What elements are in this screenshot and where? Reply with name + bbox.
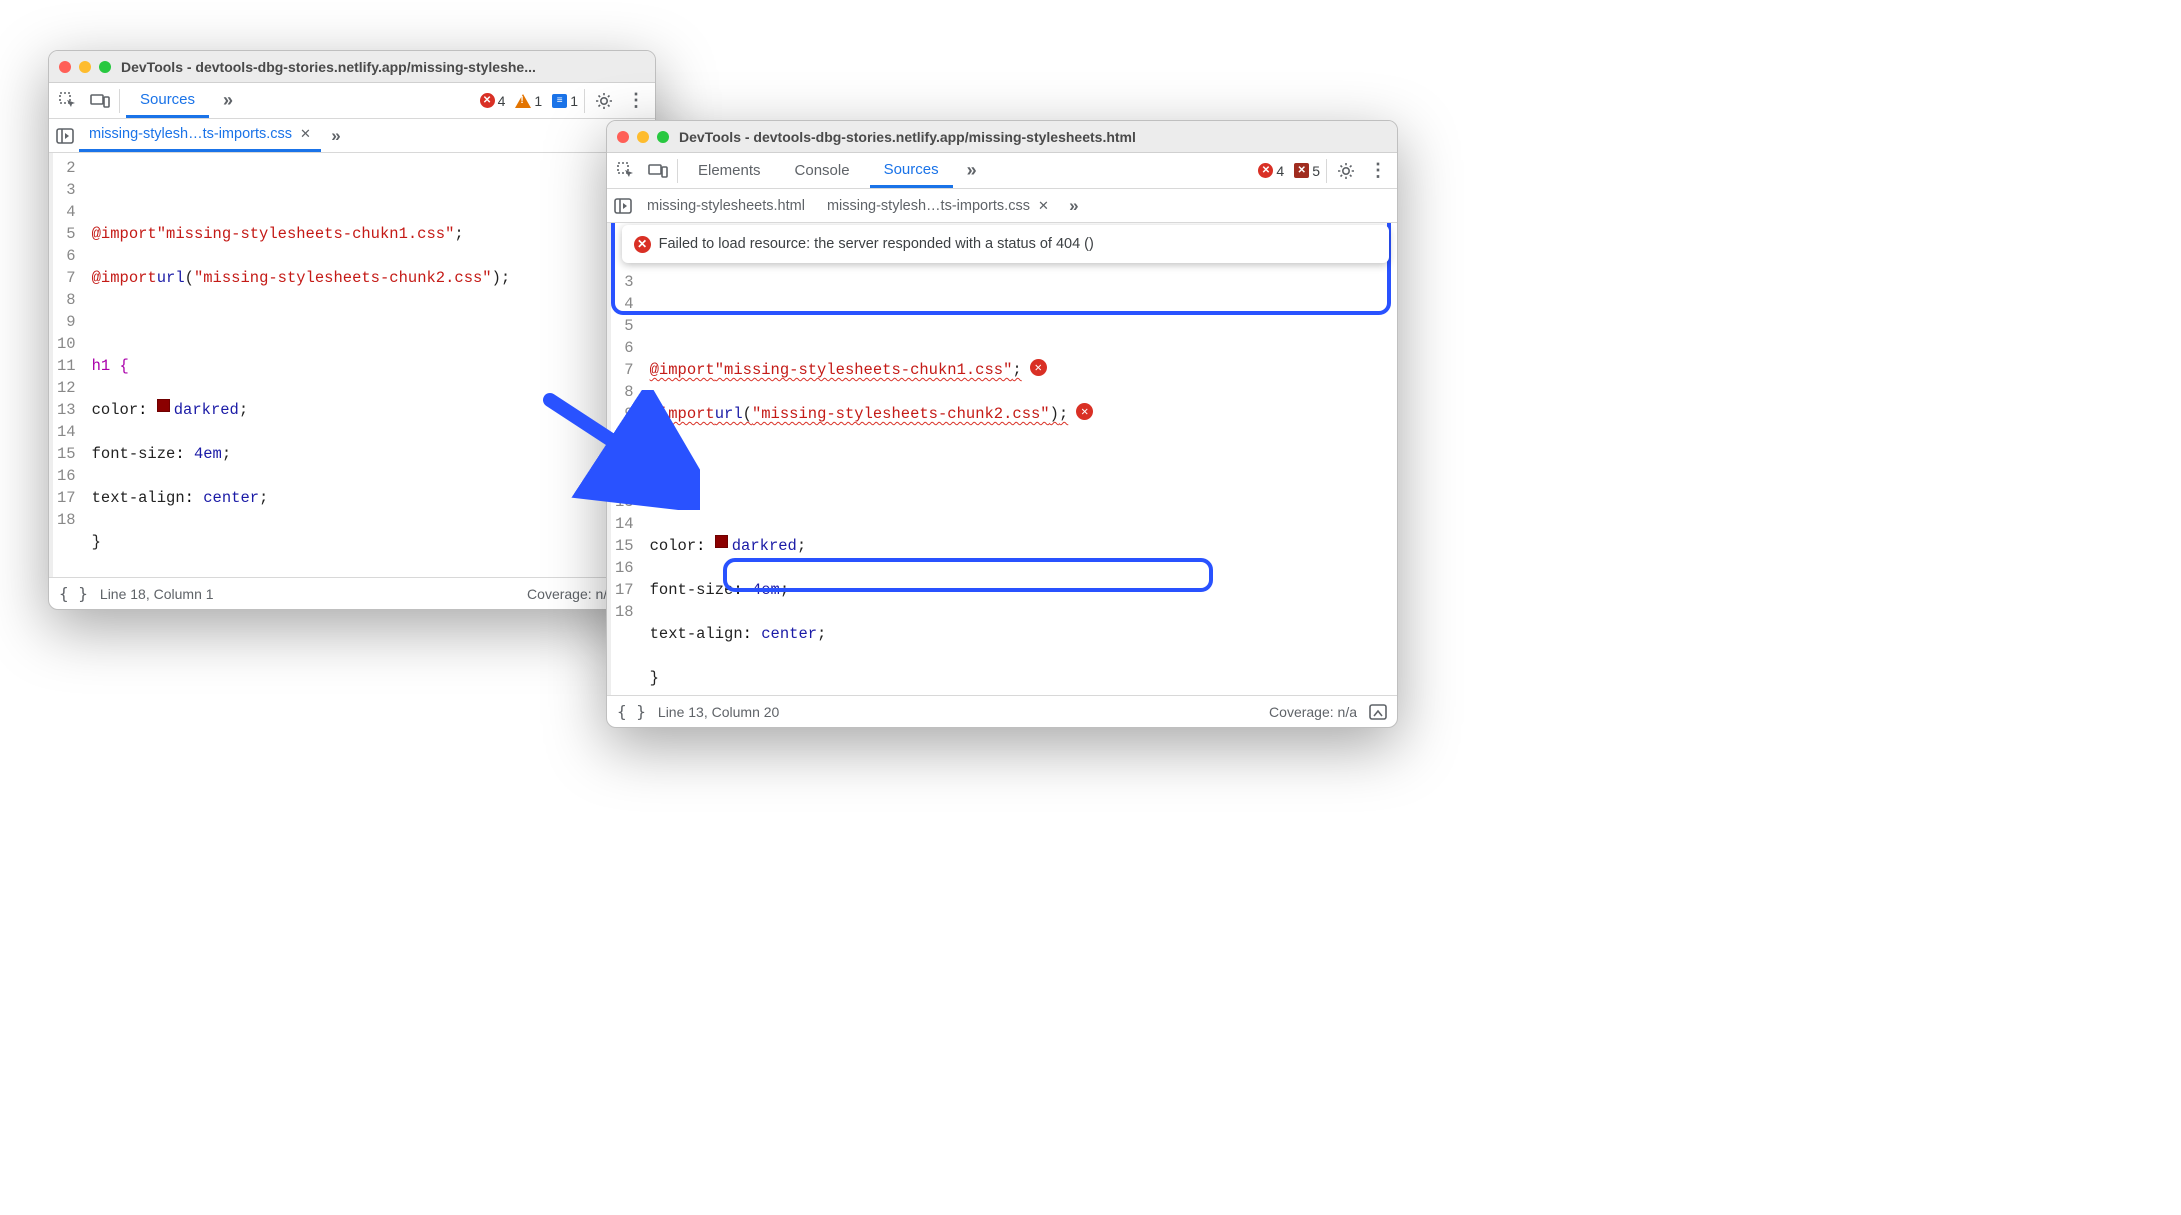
file-tabstrip: missing-stylesheets.html missing-stylesh… — [607, 189, 1397, 223]
close-tab-icon[interactable]: ✕ — [1038, 198, 1049, 214]
code-content[interactable]: @import "missing-stylesheets-chukn1.css"… — [84, 153, 655, 577]
tab-elements[interactable]: Elements — [684, 153, 775, 188]
show-navigator-icon[interactable] — [53, 124, 77, 148]
main-toolbar: Sources » ✕ 4 1 ≡ 1 ⋮ — [49, 83, 655, 119]
tooltip-text: Failed to load resource: the server resp… — [659, 233, 1094, 255]
warning-count-badge[interactable]: 1 — [515, 93, 542, 109]
more-tabs-icon[interactable]: » — [323, 123, 349, 149]
file-tab-label: missing-stylesheets.html — [647, 198, 805, 214]
arrow-right-icon — [540, 390, 700, 510]
line-gutter: 23456789101112131415161718 — [49, 153, 84, 577]
file-tab-html[interactable]: missing-stylesheets.html — [637, 189, 815, 222]
settings-icon[interactable] — [1333, 158, 1359, 184]
file-tab-label: missing-stylesh…ts-imports.css — [827, 198, 1030, 214]
status-bar: { } Line 13, Column 20 Coverage: n/a — [607, 695, 1397, 727]
maximize-icon[interactable] — [99, 61, 111, 73]
code-content[interactable]: ✕ Failed to load resource: the server re… — [642, 223, 1397, 695]
color-swatch-darkred[interactable] — [715, 535, 728, 548]
error-count-badge[interactable]: ✕ 4 — [480, 93, 506, 109]
issue-count-badge[interactable]: ✕ 5 — [1294, 163, 1320, 179]
kebab-icon[interactable]: ⋮ — [623, 88, 649, 114]
code-editor[interactable]: 3456789101112131415161718 ✕ Failed to lo… — [607, 223, 1397, 695]
tab-sources[interactable]: Sources — [126, 83, 209, 118]
kebab-icon[interactable]: ⋮ — [1365, 158, 1391, 184]
close-icon[interactable] — [617, 131, 629, 143]
cursor-position: Line 13, Column 20 — [658, 704, 779, 720]
issue-icon: ✕ — [1294, 163, 1309, 178]
file-tab-css[interactable]: missing-stylesh…ts-imports.css ✕ — [817, 189, 1059, 222]
cursor-position: Line 18, Column 1 — [100, 586, 214, 602]
maximize-icon[interactable] — [657, 131, 669, 143]
device-icon[interactable] — [645, 158, 671, 184]
inspect-icon[interactable] — [613, 158, 639, 184]
code-editor[interactable]: 23456789101112131415161718 @import "miss… — [49, 153, 655, 577]
window-controls[interactable] — [59, 61, 111, 73]
status-bar: { } Line 18, Column 1 Coverage: n/a — [49, 577, 655, 609]
error-icon: ✕ — [1258, 163, 1273, 178]
file-tabstrip: missing-stylesh…ts-imports.css ✕ » — [49, 119, 655, 153]
error-icon: ✕ — [634, 236, 651, 253]
minimize-icon[interactable] — [637, 131, 649, 143]
close-tab-icon[interactable]: ✕ — [300, 126, 311, 142]
settings-icon[interactable] — [591, 88, 617, 114]
coverage-status: Coverage: n/a — [527, 586, 615, 602]
window-controls[interactable] — [617, 131, 669, 143]
more-tabs-icon[interactable]: » — [215, 88, 241, 114]
warning-icon — [515, 94, 531, 108]
line-error-icon[interactable]: ✕ — [1030, 359, 1047, 381]
main-toolbar: Elements Console Sources » ✕ 4 ✕ 5 ⋮ — [607, 153, 1397, 189]
device-icon[interactable] — [87, 88, 113, 114]
coverage-status: Coverage: n/a — [1269, 704, 1357, 720]
pretty-print-icon[interactable]: { } — [617, 702, 646, 721]
line-error-icon[interactable]: ✕ — [1076, 403, 1093, 425]
pretty-print-icon[interactable]: { } — [59, 584, 88, 603]
error-count-badge[interactable]: ✕ 4 — [1258, 163, 1284, 179]
source-map-icon[interactable] — [1369, 704, 1387, 720]
titlebar: DevTools - devtools-dbg-stories.netlify.… — [49, 51, 655, 83]
devtools-window-before: DevTools - devtools-dbg-stories.netlify.… — [48, 50, 656, 610]
devtools-window-after: DevTools - devtools-dbg-stories.netlify.… — [606, 120, 1398, 728]
info-icon: ≡ — [552, 94, 567, 108]
minimize-icon[interactable] — [79, 61, 91, 73]
color-swatch-darkred[interactable] — [157, 399, 170, 412]
more-tabs-icon[interactable]: » — [959, 158, 985, 184]
file-tab-css[interactable]: missing-stylesh…ts-imports.css ✕ — [79, 119, 321, 152]
close-icon[interactable] — [59, 61, 71, 73]
file-tab-label: missing-stylesh…ts-imports.css — [89, 126, 292, 142]
show-navigator-icon[interactable] — [611, 194, 635, 218]
window-title: DevTools - devtools-dbg-stories.netlify.… — [679, 129, 1136, 145]
more-tabs-icon[interactable]: » — [1061, 193, 1087, 219]
tab-sources[interactable]: Sources — [870, 153, 953, 188]
tab-console[interactable]: Console — [781, 153, 864, 188]
titlebar: DevTools - devtools-dbg-stories.netlify.… — [607, 121, 1397, 153]
error-icon: ✕ — [480, 93, 495, 108]
error-tooltip: ✕ Failed to load resource: the server re… — [622, 225, 1389, 263]
info-count-badge[interactable]: ≡ 1 — [552, 93, 578, 109]
inspect-icon[interactable] — [55, 88, 81, 114]
window-title: DevTools - devtools-dbg-stories.netlify.… — [121, 59, 536, 75]
